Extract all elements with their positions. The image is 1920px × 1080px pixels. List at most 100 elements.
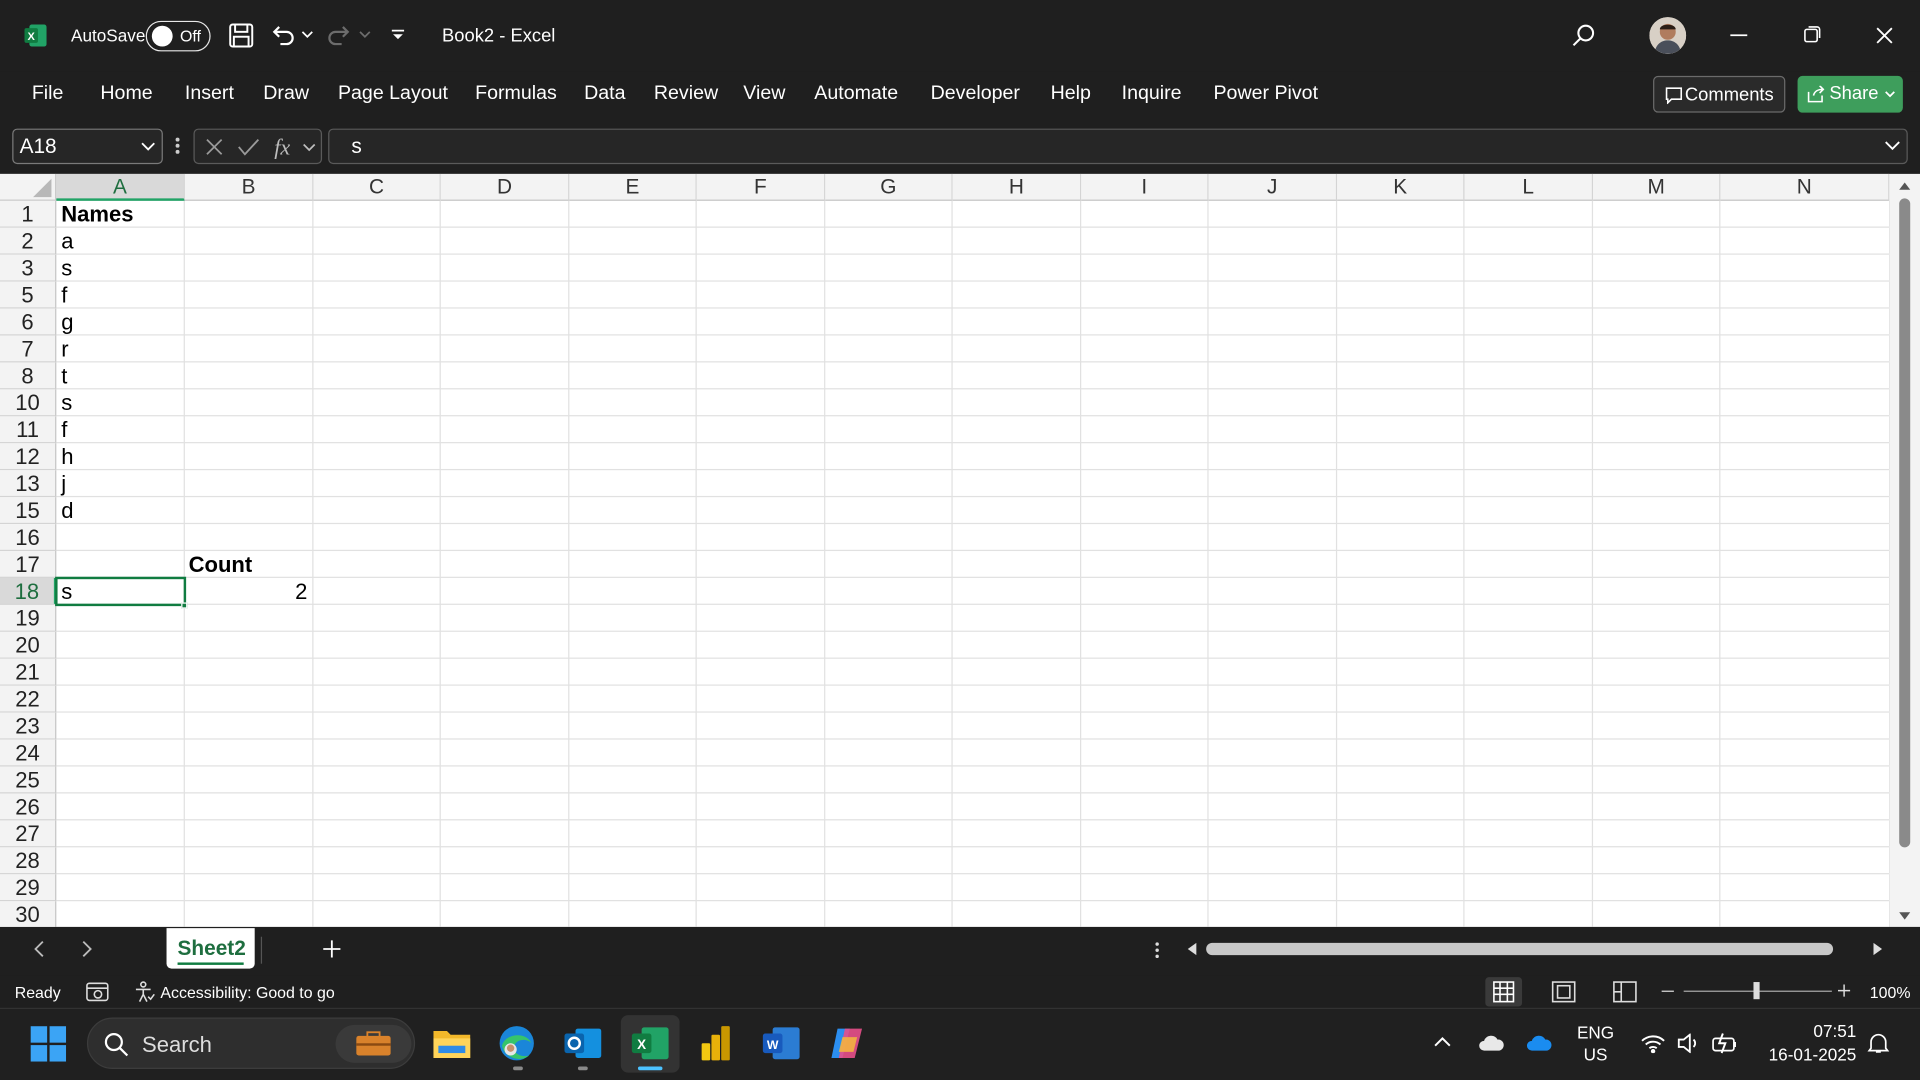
cell-a1[interactable]: Names xyxy=(56,201,183,228)
language-indicator[interactable]: ENG US xyxy=(1575,1022,1617,1066)
vertical-scrollbar[interactable] xyxy=(1889,173,1920,927)
row-header[interactable]: 28 xyxy=(0,847,57,875)
tab-help[interactable]: Help xyxy=(1051,83,1091,105)
column-header-n[interactable]: N xyxy=(1720,173,1890,201)
zoom-slider-thumb[interactable] xyxy=(1753,982,1760,1000)
cell-a10[interactable]: s xyxy=(56,389,183,416)
cell-a11[interactable]: f xyxy=(56,416,183,443)
word-icon[interactable]: W xyxy=(762,1025,801,1062)
row-header[interactable]: 7 xyxy=(0,335,57,363)
column-header-i[interactable]: I xyxy=(1081,173,1209,201)
tab-review[interactable]: Review xyxy=(654,83,718,105)
scroll-down-icon[interactable] xyxy=(1898,911,1911,921)
windows-start-icon[interactable] xyxy=(30,1026,67,1062)
row-header[interactable]: 26 xyxy=(0,793,57,821)
show-hidden-icons-icon[interactable] xyxy=(1434,1036,1451,1048)
column-header-f[interactable]: F xyxy=(696,173,826,201)
formula-input[interactable]: s xyxy=(328,128,1908,165)
prev-sheet-icon[interactable] xyxy=(33,940,45,957)
row-header[interactable]: 25 xyxy=(0,766,57,794)
tab-automate[interactable]: Automate xyxy=(814,83,898,105)
expand-formula-chevron-icon[interactable] xyxy=(1885,141,1901,151)
accessibility-icon[interactable] xyxy=(133,981,155,1003)
restore-icon[interactable] xyxy=(1804,26,1821,43)
share-button[interactable]: Share xyxy=(1797,75,1903,113)
row-header[interactable]: 16 xyxy=(0,524,57,552)
file-explorer-icon[interactable] xyxy=(432,1025,471,1062)
scroll-up-icon[interactable] xyxy=(1898,181,1911,191)
function-chevron-icon[interactable] xyxy=(302,143,316,152)
vertical-scroll-thumb[interactable] xyxy=(1899,198,1911,848)
column-header-b[interactable]: B xyxy=(184,173,314,201)
page-layout-view-icon[interactable] xyxy=(1550,980,1577,1004)
fill-handle[interactable] xyxy=(181,602,188,609)
tab-page-layout[interactable]: Page Layout xyxy=(338,83,448,105)
row-header[interactable]: 27 xyxy=(0,820,57,848)
clock-time[interactable]: 07:51 xyxy=(1763,1021,1856,1041)
column-header-l[interactable]: L xyxy=(1464,173,1594,201)
battery-icon[interactable] xyxy=(1712,1032,1739,1054)
cell-a12[interactable]: h xyxy=(56,443,183,470)
excel-taskbar-icon[interactable]: X xyxy=(631,1025,670,1062)
horizontal-scroll-thumb[interactable] xyxy=(1206,942,1834,956)
next-sheet-icon[interactable] xyxy=(81,940,93,957)
scroll-left-icon[interactable] xyxy=(1187,942,1198,957)
tab-insert[interactable]: Insert xyxy=(185,83,234,105)
column-header-a[interactable]: A xyxy=(56,173,185,201)
wifi-icon[interactable] xyxy=(1641,1033,1665,1054)
row-header[interactable]: 10 xyxy=(0,389,57,417)
clock-date[interactable]: 16-01-2025 xyxy=(1751,1044,1857,1064)
search-icon[interactable] xyxy=(1570,22,1597,49)
normal-view-icon[interactable] xyxy=(1485,977,1523,1007)
volume-icon[interactable] xyxy=(1676,1033,1700,1054)
tab-home[interactable]: Home xyxy=(100,83,152,105)
cell-a8[interactable]: t xyxy=(56,362,183,389)
row-header[interactable]: 23 xyxy=(0,712,57,740)
close-icon[interactable] xyxy=(1876,27,1893,44)
more-options-icon[interactable] xyxy=(1155,942,1160,959)
tab-file[interactable]: File xyxy=(32,83,64,105)
row-header[interactable]: 30 xyxy=(0,901,57,927)
outlook-icon[interactable] xyxy=(563,1025,602,1062)
onedrive-personal-icon[interactable] xyxy=(1478,1035,1505,1052)
cell-a6[interactable]: g xyxy=(56,309,183,336)
cell-a15[interactable]: d xyxy=(56,497,183,524)
row-header[interactable]: 12 xyxy=(0,443,57,471)
name-box[interactable]: A18 xyxy=(12,128,163,165)
formula-bar-options-icon[interactable] xyxy=(175,136,180,156)
row-header[interactable]: 17 xyxy=(0,551,57,578)
comments-button[interactable]: Comments xyxy=(1653,75,1786,113)
notification-icon[interactable] xyxy=(1867,1032,1890,1054)
insert-function-icon[interactable]: fx xyxy=(273,133,300,160)
row-header[interactable]: 6 xyxy=(0,308,57,336)
zoom-out-icon[interactable] xyxy=(1661,990,1674,992)
avatar[interactable] xyxy=(1649,17,1687,54)
row-header[interactable]: 13 xyxy=(0,470,57,498)
minimize-icon[interactable] xyxy=(1730,34,1748,37)
column-header-k[interactable]: K xyxy=(1337,173,1465,201)
column-header-e[interactable]: E xyxy=(569,173,697,201)
tab-power-pivot[interactable]: Power Pivot xyxy=(1213,83,1318,105)
zoom-in-icon[interactable] xyxy=(1837,984,1851,997)
cell-a2[interactable]: a xyxy=(56,228,183,255)
cell-b18[interactable]: 2 xyxy=(184,578,313,605)
enter-icon[interactable] xyxy=(238,137,260,157)
add-sheet-icon[interactable] xyxy=(322,939,342,959)
spreadsheet-grid[interactable]: A B C D E F G H I J K L M N 1 2 3 5 6 7 … xyxy=(0,173,1890,927)
tab-data[interactable]: Data xyxy=(584,83,625,105)
sheet-tab-sheet2[interactable]: Sheet2 xyxy=(166,928,255,969)
autosave-toggle[interactable]: Off xyxy=(145,20,211,52)
row-header[interactable]: 11 xyxy=(0,416,57,444)
cell-b17[interactable]: Count xyxy=(184,551,313,578)
page-break-view-icon[interactable] xyxy=(1611,980,1638,1004)
cell-a3[interactable]: s xyxy=(56,255,183,282)
row-header[interactable]: 2 xyxy=(0,227,57,255)
excel-logo-icon[interactable]: X xyxy=(23,23,47,47)
cell-a7[interactable]: r xyxy=(56,336,183,363)
select-all-corner[interactable] xyxy=(0,173,57,201)
edge-browser-icon[interactable] xyxy=(497,1024,536,1063)
row-header[interactable]: 20 xyxy=(0,631,57,659)
column-header-g[interactable]: G xyxy=(825,173,953,201)
cancel-icon[interactable] xyxy=(204,137,224,157)
undo-icon[interactable] xyxy=(269,22,296,49)
